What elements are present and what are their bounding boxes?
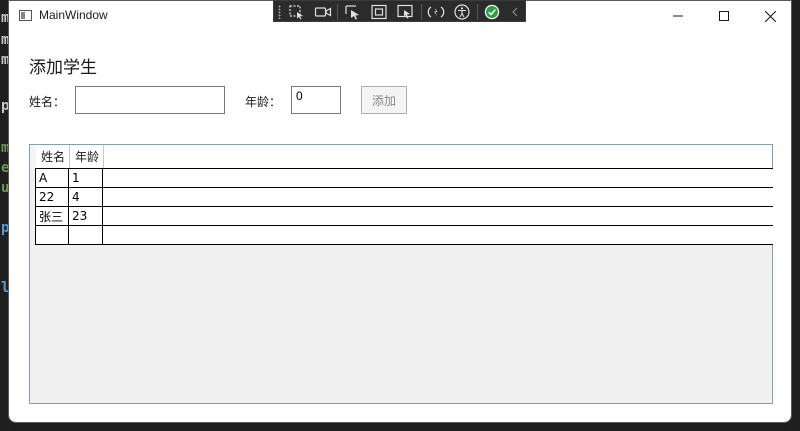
new-item-row[interactable] xyxy=(35,225,773,245)
pointer-select-icon[interactable] xyxy=(344,4,362,20)
cell-age[interactable]: 4 xyxy=(69,188,103,206)
debug-toolbar xyxy=(273,0,526,22)
check-icon[interactable] xyxy=(483,4,501,20)
hot-reload-icon[interactable] xyxy=(427,4,445,20)
toolbar-separator xyxy=(421,4,422,20)
close-icon xyxy=(764,10,776,22)
grid-header: 姓名 年龄 xyxy=(30,145,772,168)
app-icon xyxy=(19,10,32,21)
select-element-icon[interactable] xyxy=(288,4,306,20)
toolbar-separator xyxy=(337,4,338,20)
close-button[interactable] xyxy=(747,1,791,31)
minimize-icon xyxy=(673,15,683,17)
cell-name[interactable]: 张三 xyxy=(35,207,69,225)
display-layout-icon[interactable] xyxy=(396,4,414,20)
column-header-age[interactable]: 年龄 xyxy=(70,145,104,168)
name-label: 姓名： xyxy=(29,95,66,109)
toolbar-grip[interactable] xyxy=(278,5,281,19)
minimize-button[interactable] xyxy=(655,1,701,31)
accessibility-icon[interactable] xyxy=(453,4,471,20)
collapse-chevron-icon[interactable] xyxy=(507,4,525,20)
cell-name[interactable] xyxy=(35,226,69,244)
page-title: 添加学生 xyxy=(29,58,97,77)
column-header-name[interactable]: 姓名 xyxy=(36,145,70,168)
toolbar-separator xyxy=(477,4,478,20)
window-title: MainWindow xyxy=(39,8,108,22)
video-icon[interactable] xyxy=(314,4,332,20)
table-row[interactable]: 张三 23 xyxy=(35,206,773,225)
age-label: 年龄： xyxy=(245,95,282,109)
table-row[interactable]: 22 4 xyxy=(35,187,773,206)
student-data-grid[interactable]: 姓名 年龄 A 1 22 4 张三 23 xyxy=(29,144,773,404)
cell-age[interactable] xyxy=(69,226,103,244)
name-input[interactable] xyxy=(75,86,225,114)
maximize-button[interactable] xyxy=(701,1,747,31)
main-window: MainWindow 添加学生 姓名： 年龄： 0 添加 姓名 年龄 A 1 2… xyxy=(8,0,792,423)
frame-icon[interactable] xyxy=(370,4,388,20)
cell-age[interactable]: 1 xyxy=(69,169,103,187)
cell-name[interactable]: 22 xyxy=(35,188,69,206)
cell-age[interactable]: 23 xyxy=(69,207,103,225)
age-input[interactable]: 0 xyxy=(291,86,341,114)
cell-name[interactable]: A xyxy=(35,169,69,187)
maximize-icon xyxy=(719,11,729,21)
table-row[interactable]: A 1 xyxy=(35,168,773,187)
add-button[interactable]: 添加 xyxy=(361,86,407,114)
